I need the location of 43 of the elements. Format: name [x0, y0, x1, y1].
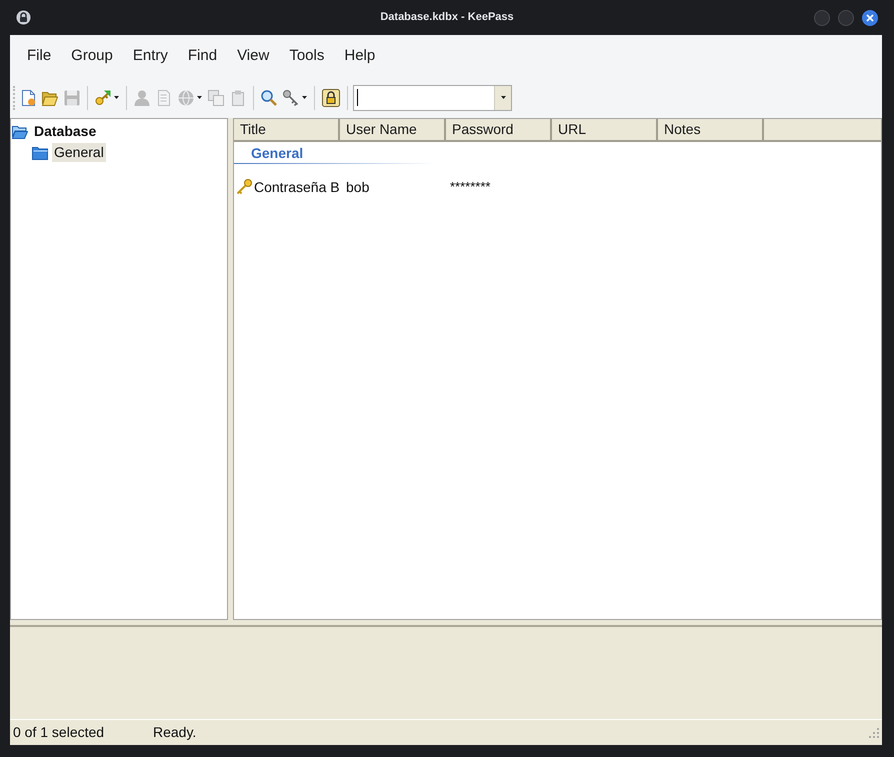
key-icon	[283, 90, 299, 106]
column-header[interactable]: Title	[234, 119, 340, 140]
window-title: Database.kdbx - KeePass	[380, 10, 514, 26]
close-button[interactable]	[862, 10, 878, 26]
menu-item[interactable]: Group	[61, 43, 123, 69]
entry-password: ********	[450, 178, 490, 196]
status-message: Ready.	[153, 723, 198, 742]
entry-row[interactable]: Contraseña B bob ********	[234, 177, 881, 197]
selection-count: 0 of 1 selected	[13, 723, 106, 742]
copy-icon	[208, 90, 224, 106]
column-header[interactable]: Password	[446, 119, 552, 140]
open-folder-icon	[42, 90, 58, 106]
close-icon	[866, 14, 874, 22]
search-icon	[261, 90, 277, 106]
minimize-button[interactable]	[814, 10, 830, 26]
tree-item[interactable]: General	[52, 143, 106, 162]
tree-item[interactable]: Database	[32, 122, 98, 141]
menu-item[interactable]: Entry	[122, 43, 178, 69]
column-header[interactable]: Notes	[658, 119, 764, 140]
search-combobox[interactable]	[353, 84, 512, 110]
caret-icon	[500, 96, 506, 99]
dropdown-button[interactable]	[494, 86, 511, 110]
page-icon	[156, 90, 172, 106]
key-icon	[236, 179, 252, 195]
menu-item[interactable]: Find	[178, 43, 228, 69]
entry-title: Contraseña B	[254, 178, 340, 196]
clipboard-icon	[230, 90, 246, 106]
resize-grip-icon	[869, 728, 879, 738]
folder-icon	[32, 146, 48, 160]
menu-item[interactable]: Help	[334, 43, 386, 69]
column-header[interactable]: User Name	[340, 119, 446, 140]
entry-user-name: bob	[346, 178, 370, 196]
lock-icon	[16, 10, 31, 25]
menu-item[interactable]: Tools	[279, 43, 334, 69]
lock-icon	[322, 88, 340, 106]
menu-item[interactable]: File	[17, 43, 62, 69]
maximize-button[interactable]	[838, 10, 854, 26]
menu-item[interactable]: View	[227, 43, 280, 69]
person-icon	[134, 90, 150, 106]
column-header[interactable]: URL	[552, 119, 658, 140]
globe-icon	[178, 90, 194, 106]
new-document-icon	[20, 90, 36, 106]
key-arrow-icon	[95, 90, 111, 106]
